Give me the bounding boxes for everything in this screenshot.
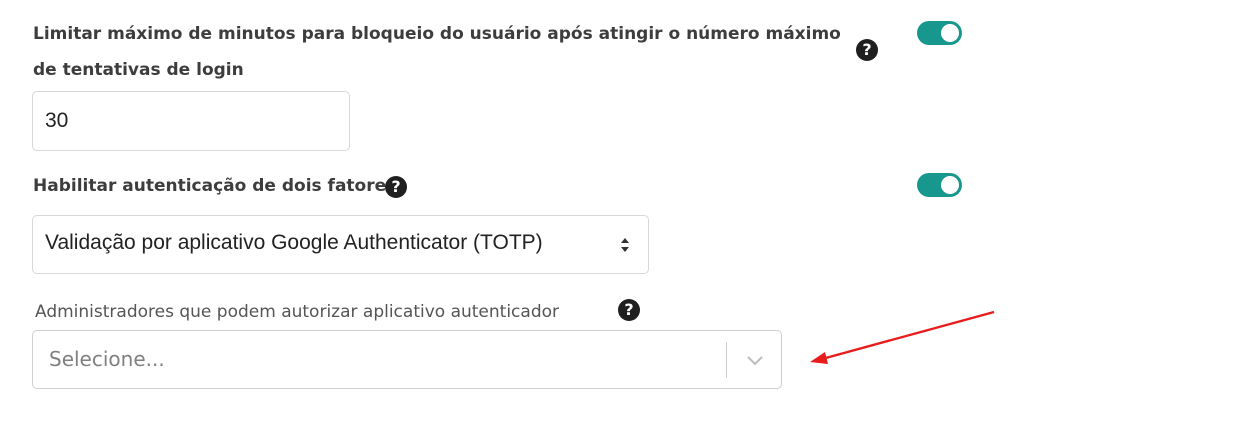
help-icon[interactable]: ? [385,176,407,198]
annotation-arrow-icon [810,310,995,364]
two-factor-method-value: Validação por aplicativo Google Authenti… [45,231,543,254]
max-block-minutes-input[interactable] [45,109,325,133]
help-icon[interactable]: ? [856,39,878,61]
chevron-down-icon[interactable] [744,350,766,370]
two-factor-method-select[interactable]: Validação por aplicativo Google Authenti… [32,215,649,274]
select-separator [726,342,727,378]
max-block-minutes-label: Limitar máximo de minutos para bloqueio … [33,24,841,80]
select-placeholder: Selecione... [49,347,165,371]
toggle-knob [941,176,959,194]
two-factor-toggle[interactable] [917,173,962,197]
authorizing-admins-select[interactable]: Selecione... [32,330,782,389]
two-factor-label: Habilitar autenticação de dois fatores [33,172,396,200]
max-block-minutes-toggle[interactable] [917,21,962,45]
toggle-knob [941,24,959,42]
authorizing-admins-label-text: Administradores que podem autorizar apli… [35,302,559,322]
sort-updown-icon [621,238,629,252]
two-factor-label-text: Habilitar autenticação de dois fatores [33,176,397,196]
max-block-minutes-field[interactable] [32,91,350,151]
help-icon[interactable]: ? [618,299,640,321]
authorizing-admins-label: Administradores que podem autorizar apli… [35,298,559,326]
